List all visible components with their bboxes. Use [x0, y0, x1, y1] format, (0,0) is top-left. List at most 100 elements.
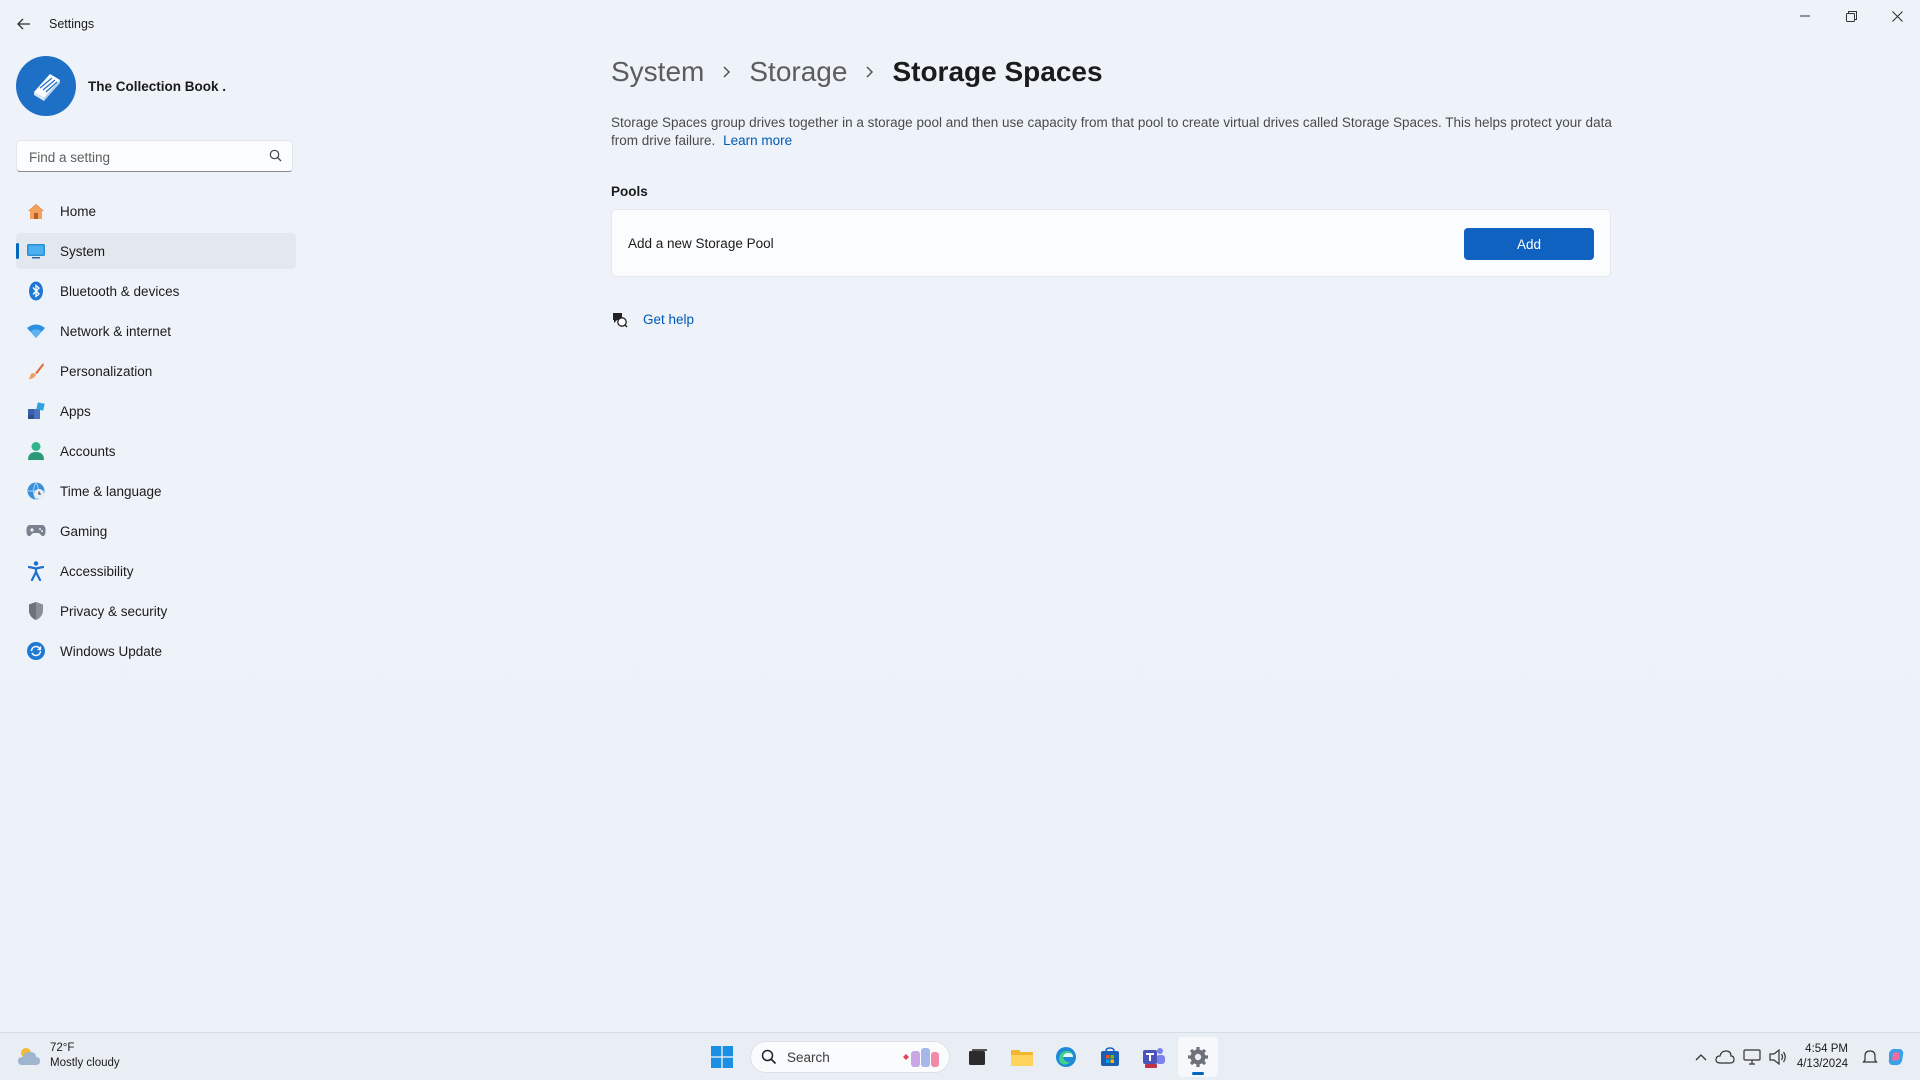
sidebar-nav: Home System Bluetooth & devices Network …: [16, 193, 296, 673]
get-help-label: Get help: [643, 312, 695, 327]
sidebar-item-label: Network & internet: [60, 323, 172, 339]
sidebar-item-label: Apps: [60, 403, 91, 419]
sidebar-item-label: System: [60, 243, 106, 259]
get-help-link[interactable]: Get help: [611, 311, 694, 328]
apps-icon: [26, 401, 46, 421]
sidebar-item-label: Accessibility: [60, 563, 134, 579]
sidebar-item-time-language[interactable]: Time & language: [16, 473, 296, 509]
settings-search[interactable]: [16, 140, 293, 173]
page-description: Storage Spaces group drives together in …: [611, 114, 1621, 150]
minimize-button[interactable]: [1782, 0, 1828, 32]
folder-icon: [1011, 1050, 1033, 1066]
sidebar-item-label: Bluetooth & devices: [60, 283, 180, 299]
sidebar-item-personalization[interactable]: Personalization: [16, 353, 296, 389]
profile-name: The Collection Book .: [88, 78, 227, 94]
clock-date: 4/13/2024: [1796, 1058, 1848, 1070]
shield-icon: [26, 601, 46, 621]
back-button[interactable]: [10, 12, 38, 36]
sidebar-item-apps[interactable]: Apps: [16, 393, 296, 429]
taskbar-search-label: Search: [787, 1049, 830, 1065]
update-icon: [26, 641, 46, 661]
onedrive-tray-icon[interactable]: [1715, 1050, 1735, 1064]
user-profile[interactable]: The Collection Book .: [16, 56, 226, 116]
sidebar-item-privacy-security[interactable]: Privacy & security: [16, 593, 296, 629]
task-view-icon: [969, 1049, 987, 1065]
sidebar-item-network[interactable]: Network & internet: [16, 313, 296, 349]
close-icon: [1891, 10, 1903, 22]
teams-button[interactable]: [1134, 1037, 1174, 1077]
account-icon: [26, 441, 46, 461]
network-tray-icon[interactable]: [1743, 1049, 1761, 1065]
add-button[interactable]: Add: [1464, 228, 1594, 260]
taskbar: 72°F Mostly cloudy Search 4:54 PM 4/13/2…: [0, 1032, 1920, 1080]
sidebar-item-label: Privacy & security: [60, 603, 168, 619]
sidebar-item-system[interactable]: System: [16, 233, 296, 269]
home-icon: [26, 201, 46, 221]
pools-section-title: Pools: [611, 184, 648, 199]
weather-widget[interactable]: 72°F Mostly cloudy: [16, 1041, 120, 1071]
volume-tray-icon[interactable]: [1769, 1049, 1787, 1065]
clock[interactable]: 4:54 PM 4/13/2024: [1797, 1042, 1848, 1072]
chevron-right-icon: [865, 65, 874, 79]
system-icon: [26, 241, 46, 261]
brush-icon: [26, 361, 46, 381]
microsoft-store-button[interactable]: [1090, 1037, 1130, 1077]
add-storage-pool-card: Add a new Storage Pool Add: [611, 209, 1611, 277]
search-input[interactable]: [27, 141, 261, 173]
restore-icon: [1845, 10, 1857, 22]
chevron-right-icon: [722, 65, 731, 79]
weather-description: Mostly cloudy: [50, 1057, 120, 1069]
avatar: [16, 56, 76, 116]
back-arrow-icon: [17, 18, 30, 30]
bluetooth-icon: [26, 281, 46, 301]
learn-more-link[interactable]: Learn more: [723, 133, 792, 148]
wifi-icon: [26, 321, 46, 341]
taskbar-apps: Search: [700, 1037, 1220, 1077]
breadcrumb-storage[interactable]: Storage: [749, 56, 847, 88]
edge-browser-button[interactable]: [1046, 1037, 1086, 1077]
close-button[interactable]: [1874, 0, 1920, 32]
store-icon: [1101, 1047, 1119, 1066]
teams-icon: [1143, 1048, 1165, 1068]
sidebar-item-accounts[interactable]: Accounts: [16, 433, 296, 469]
taskbar-search[interactable]: Search: [750, 1041, 950, 1073]
copilot-tray-icon[interactable]: [1886, 1047, 1906, 1067]
page-title: Storage Spaces: [892, 56, 1103, 87]
settings-window: Settings The Collection Book . Find a se…: [0, 0, 1920, 1032]
windows-logo-icon: [711, 1046, 733, 1068]
help-chat-icon: [613, 313, 628, 328]
app-title: Settings: [49, 17, 95, 31]
sidebar-item-windows-update[interactable]: Windows Update: [16, 633, 296, 669]
breadcrumb-system[interactable]: System: [611, 56, 704, 88]
chevron-up-icon: [1695, 1054, 1707, 1061]
search-highlight-icon: [903, 1048, 939, 1067]
settings-app-button[interactable]: [1178, 1037, 1218, 1077]
sidebar-item-label: Home: [60, 203, 97, 219]
notifications-tray-icon[interactable]: [1862, 1049, 1878, 1065]
title-bar: Settings: [0, 0, 1920, 48]
sidebar-item-label: Personalization: [60, 363, 153, 379]
accessibility-icon: [26, 561, 46, 581]
sidebar-item-label: Time & language: [60, 483, 162, 499]
breadcrumb: System Storage Storage Spaces: [611, 56, 1103, 88]
sidebar-item-label: Accounts: [60, 443, 116, 459]
restore-button[interactable]: [1828, 0, 1874, 32]
task-view-button[interactable]: [958, 1037, 998, 1077]
gamepad-icon: [26, 521, 46, 541]
sidebar-item-home[interactable]: Home: [16, 193, 296, 229]
sidebar-item-accessibility[interactable]: Accessibility: [16, 553, 296, 589]
sidebar-item-gaming[interactable]: Gaming: [16, 513, 296, 549]
search-icon[interactable]: [269, 149, 282, 167]
clock-time: 4:54 PM: [1805, 1043, 1848, 1055]
start-button[interactable]: [702, 1037, 742, 1077]
sidebar-item-label: Gaming: [60, 523, 108, 539]
show-hidden-icons-button[interactable]: [1695, 1053, 1707, 1061]
minimize-icon: [1800, 15, 1810, 17]
system-tray: 4:54 PM 4/13/2024: [1691, 1037, 1910, 1077]
cloudy-weather-icon: [18, 1048, 40, 1065]
gear-icon: [1188, 1047, 1208, 1067]
add-storage-pool-label: Add a new Storage Pool: [628, 236, 774, 251]
sidebar-item-bluetooth[interactable]: Bluetooth & devices: [16, 273, 296, 309]
file-explorer-button[interactable]: [1002, 1037, 1042, 1077]
search-icon: [761, 1049, 777, 1065]
